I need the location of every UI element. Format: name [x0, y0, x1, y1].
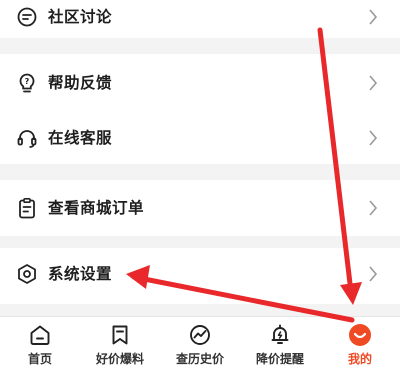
tab-deal-report[interactable]: 好价爆料 — [80, 317, 160, 373]
price-history-icon — [190, 325, 210, 345]
menu-item-label: 系统设置 — [48, 265, 113, 283]
menu-item-label: 帮助反馈 — [48, 74, 113, 92]
menu-item-online-service[interactable]: 在线客服 — [0, 113, 400, 163]
tab-price-history[interactable]: 查历史价 — [160, 317, 240, 373]
menu-item-label: 在线客服 — [48, 129, 113, 147]
tab-label: 首页 — [27, 352, 52, 366]
chat-bubble-icon — [17, 7, 37, 27]
bottom-tab-bar: 首页 好价爆料 查历史价 降价提醒 我的 — [0, 316, 400, 373]
profile-icon — [349, 324, 371, 346]
menu-card-settings: 系统设置 — [0, 248, 400, 304]
bookmark-icon — [112, 325, 128, 345]
menu-item-help-feedback[interactable]: ? 帮助反馈 — [0, 58, 400, 108]
section-divider — [0, 304, 400, 316]
settings-hexagon-icon — [18, 264, 36, 284]
menu-item-mall-orders[interactable]: 查看商城订单 — [0, 183, 400, 233]
tab-home[interactable]: 首页 — [0, 317, 80, 373]
svg-text:?: ? — [25, 77, 30, 86]
tab-label: 降价提醒 — [255, 352, 304, 366]
menu-card-orders: 查看商城订单 — [0, 180, 400, 236]
tab-price-alert[interactable]: 降价提醒 — [240, 317, 320, 373]
section-divider — [0, 164, 400, 180]
chevron-right-icon — [369, 9, 378, 25]
lightbulb-icon: ? — [19, 73, 35, 93]
tab-label: 好价爆料 — [95, 352, 144, 366]
section-divider — [0, 38, 400, 54]
menu-item-system-settings[interactable]: 系统设置 — [0, 249, 400, 299]
chevron-right-icon — [369, 200, 378, 216]
headset-icon — [17, 130, 37, 148]
menu-card-community: 社区讨论 — [0, 0, 400, 38]
tab-label: 我的 — [347, 352, 372, 366]
chevron-right-icon — [369, 130, 378, 146]
chevron-right-icon — [369, 266, 378, 282]
section-divider — [0, 236, 400, 248]
bell-icon — [271, 324, 289, 344]
clipboard-icon — [19, 197, 35, 219]
chevron-right-icon — [369, 75, 378, 91]
home-icon — [30, 325, 50, 345]
menu-item-label: 查看商城订单 — [48, 199, 145, 217]
menu-card-support: ? 帮助反馈 在线客服 — [0, 54, 400, 164]
menu-item-label: 社区讨论 — [48, 8, 113, 26]
menu-item-community[interactable]: 社区讨论 — [0, 0, 400, 42]
tab-label: 查历史价 — [175, 352, 224, 366]
tab-mine[interactable]: 我的 — [320, 317, 400, 373]
